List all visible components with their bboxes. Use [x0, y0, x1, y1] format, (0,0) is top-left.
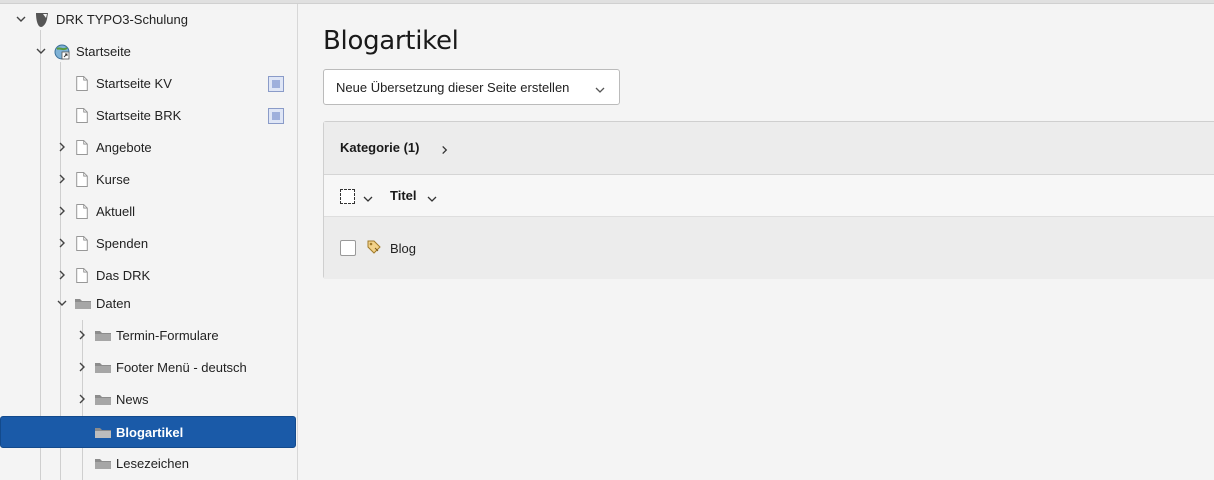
translation-badge-icon	[268, 76, 284, 92]
tree-node-label: Lesezeichen	[116, 456, 189, 471]
chevron-right-icon[interactable]	[55, 268, 69, 282]
tree-node-label: Angebote	[96, 140, 152, 155]
chevron-down-icon[interactable]	[427, 192, 437, 202]
chevron-right-icon[interactable]	[55, 236, 69, 250]
chevron-right-icon[interactable]	[440, 143, 449, 155]
tree-node-startseite-kv[interactable]: Startseite KV	[0, 68, 297, 100]
typo3-logo-icon	[34, 11, 50, 29]
tree-node-label: Blogartikel	[116, 425, 184, 440]
category-tag-icon	[366, 239, 382, 255]
folder-icon	[74, 295, 91, 313]
tree-node-blogartikel[interactable]: Blogartikel	[0, 416, 296, 448]
tree-node-aktuell[interactable]: Aktuell	[0, 196, 297, 228]
folder-icon	[94, 424, 111, 442]
column-header-row: Titel	[324, 175, 1214, 217]
tree-node-label: Kurse	[96, 172, 130, 187]
chevron-down-icon[interactable]	[363, 192, 373, 202]
page-icon	[75, 235, 91, 253]
tree-node-label: Das DRK	[96, 268, 151, 283]
row-checkbox[interactable]	[340, 240, 356, 256]
content-area: Blogartikel Neue Übersetzung dieser Seit…	[299, 4, 1214, 480]
tree-node-termin-formulare[interactable]: Termin-Formulare	[0, 320, 297, 352]
translation-select[interactable]: Neue Übersetzung dieser Seite erstellen	[323, 69, 620, 105]
tree-node-angebote[interactable]: Angebote	[0, 132, 297, 164]
site-root-icon	[54, 43, 70, 61]
folder-icon	[94, 455, 111, 473]
tree-node-footer-menue[interactable]: Footer Menü - deutsch	[0, 352, 297, 384]
folder-icon	[94, 391, 111, 409]
page-title: Blogartikel	[323, 26, 459, 56]
tree-node-lesezeichen[interactable]: Lesezeichen	[0, 448, 297, 480]
folder-icon	[94, 327, 111, 345]
translation-badge-icon	[268, 108, 284, 124]
panel-header[interactable]: Kategorie (1)	[324, 122, 1214, 175]
chevron-right-icon[interactable]	[75, 328, 89, 342]
chevron-right-icon[interactable]	[75, 360, 89, 374]
record-list-panel: Kategorie (1) Titel Blog	[323, 121, 1214, 279]
chevron-down-icon[interactable]	[14, 12, 28, 26]
tree-node-root[interactable]: DRK TYPO3-Schulung	[0, 4, 297, 36]
chevron-right-icon[interactable]	[55, 140, 69, 154]
page-icon	[75, 75, 91, 93]
chevron-right-icon[interactable]	[75, 392, 89, 406]
page-icon	[75, 171, 91, 189]
folder-icon	[94, 359, 111, 377]
page-icon	[75, 267, 91, 285]
tree-node-kurse[interactable]: Kurse	[0, 164, 297, 196]
tree-node-label: Startseite KV	[96, 76, 172, 91]
chevron-right-icon[interactable]	[55, 204, 69, 218]
tree-node-label: Termin-Formulare	[116, 328, 219, 343]
tree-node-label: Aktuell	[96, 204, 136, 219]
tree-node-startseite-brk[interactable]: Startseite BRK	[0, 100, 297, 132]
page-tree: DRK TYPO3-Schulung Startseite Startseite…	[0, 4, 298, 480]
table-row[interactable]: Blog	[324, 217, 1214, 279]
page-icon	[75, 107, 91, 125]
panel-heading[interactable]: Kategorie (1)	[340, 140, 419, 155]
chevron-right-icon[interactable]	[55, 172, 69, 186]
tree-node-label: Spenden	[96, 236, 149, 251]
page-icon	[75, 203, 91, 221]
tree-node-spenden[interactable]: Spenden	[0, 228, 297, 260]
tree-node-daten[interactable]: Daten	[0, 288, 297, 320]
row-title[interactable]: Blog	[390, 241, 416, 256]
chevron-down-icon[interactable]	[55, 296, 69, 310]
chevron-down-icon	[595, 83, 605, 93]
tree-node-label: Startseite BRK	[96, 108, 182, 123]
page-icon	[75, 139, 91, 157]
tree-node-news[interactable]: News	[0, 384, 297, 416]
tree-node-label: Startseite	[76, 44, 131, 59]
translation-select-label: Neue Übersetzung dieser Seite erstellen	[336, 79, 570, 95]
column-title-header[interactable]: Titel	[390, 188, 417, 203]
tree-node-label: News	[116, 392, 149, 407]
tree-node-startseite[interactable]: Startseite	[0, 36, 297, 68]
tree-node-label: Footer Menü - deutsch	[116, 360, 247, 375]
tree-node-label: Daten	[96, 296, 131, 311]
select-all-checkbox[interactable]	[340, 189, 355, 204]
tree-node-label: DRK TYPO3-Schulung	[56, 12, 188, 27]
chevron-down-icon[interactable]	[34, 44, 48, 58]
